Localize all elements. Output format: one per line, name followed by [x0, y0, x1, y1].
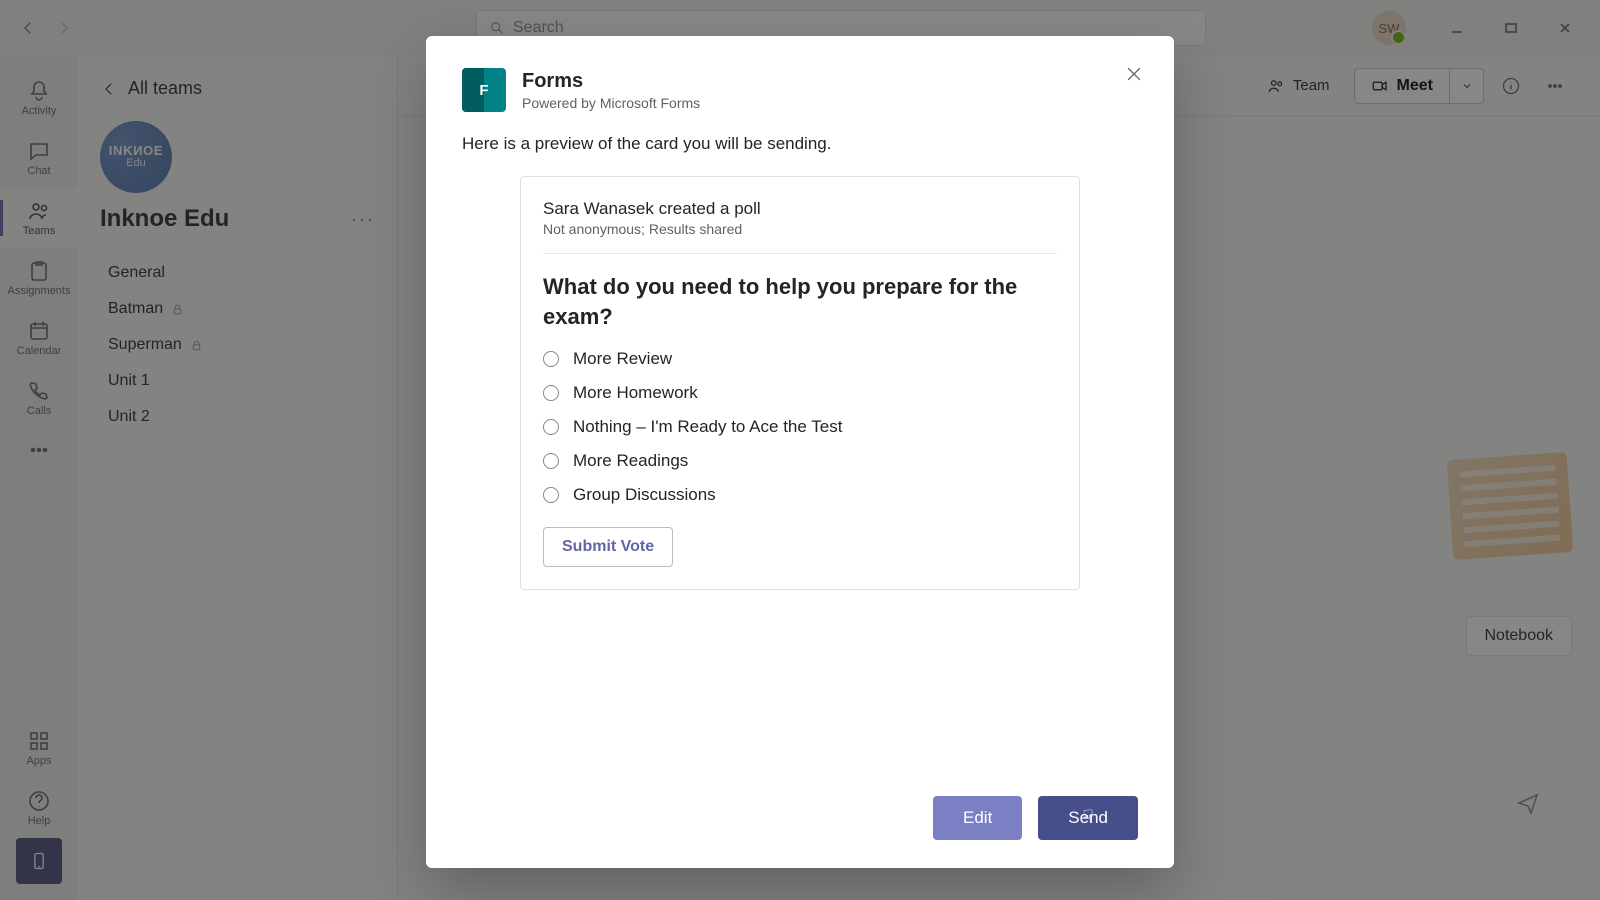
cursor-icon: ☟: [1083, 807, 1094, 828]
radio-icon: [543, 487, 559, 503]
modal-title: Forms: [522, 70, 700, 93]
divider: [543, 253, 1057, 254]
close-icon: [1124, 64, 1144, 84]
poll-option[interactable]: More Review: [543, 349, 1057, 369]
poll-question: What do you need to help you prepare for…: [543, 272, 1057, 331]
poll-creator-line: Sara Wanasek created a poll: [543, 199, 1057, 219]
modal-subtitle: Powered by Microsoft Forms: [522, 95, 700, 111]
modal-intro-text: Here is a preview of the card you will b…: [462, 134, 1138, 154]
poll-option[interactable]: More Homework: [543, 383, 1057, 403]
radio-icon: [543, 419, 559, 435]
radio-icon: [543, 385, 559, 401]
forms-app-icon: F: [462, 68, 506, 112]
poll-preview-card: Sara Wanasek created a poll Not anonymou…: [520, 176, 1080, 590]
poll-option[interactable]: Group Discussions: [543, 485, 1057, 505]
edit-button[interactable]: Edit: [933, 796, 1022, 840]
submit-vote-button[interactable]: Submit Vote: [543, 527, 673, 567]
poll-option[interactable]: More Readings: [543, 451, 1057, 471]
poll-meta: Not anonymous; Results shared: [543, 221, 1057, 237]
poll-option[interactable]: Nothing – I'm Ready to Ace the Test: [543, 417, 1057, 437]
modal-close-button[interactable]: [1118, 58, 1150, 90]
radio-icon: [543, 351, 559, 367]
modal-scrim: F Forms Powered by Microsoft Forms Here …: [0, 0, 1600, 900]
radio-icon: [543, 453, 559, 469]
forms-modal: F Forms Powered by Microsoft Forms Here …: [426, 36, 1174, 868]
send-button[interactable]: Send ☟: [1038, 796, 1138, 840]
